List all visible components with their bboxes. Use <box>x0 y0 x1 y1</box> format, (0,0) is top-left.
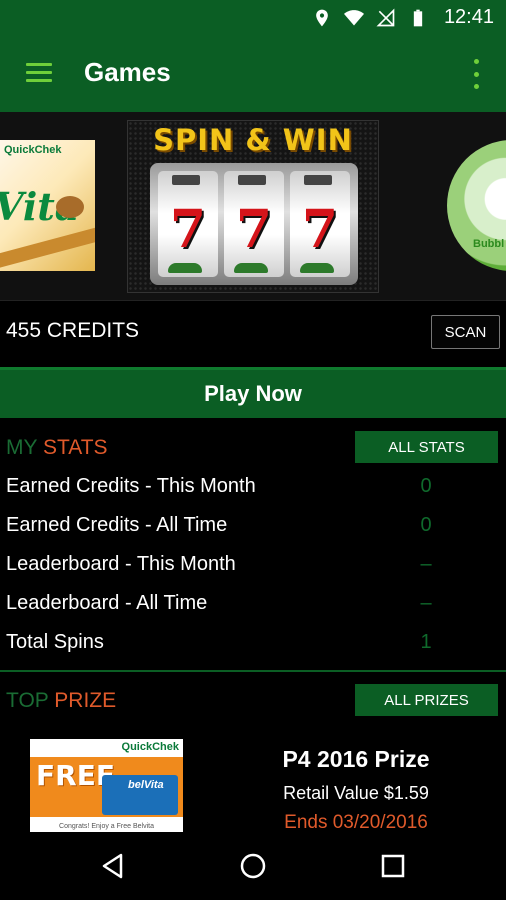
wifi-icon <box>343 9 364 25</box>
cherry-symbol-icon <box>168 263 202 273</box>
stat-label: Earned Credits - This Month <box>6 475 256 497</box>
stat-row: Earned Credits - This Month 0 <box>0 467 506 506</box>
stat-value: – <box>420 553 432 575</box>
slot-machine: 7 7 7 <box>150 163 358 285</box>
bubble-game-card[interactable]: Bubbl <box>447 140 506 271</box>
bar-symbol-icon <box>172 175 200 185</box>
prize-retail-value: Retail Value $1.59 <box>283 783 429 803</box>
prize-brand: QuickChek <box>121 741 179 753</box>
page-title: Games <box>84 57 171 87</box>
back-icon[interactable] <box>97 850 129 882</box>
slot-reel: 7 <box>158 171 218 277</box>
reel-seven: 7 <box>235 199 273 260</box>
slot-reel: 7 <box>224 171 284 277</box>
location-icon <box>316 9 328 26</box>
card-label: Bubbl <box>473 238 505 250</box>
top-prize-header: TOP PRIZE ALL PRIZES <box>0 677 506 721</box>
card-brand: QuickChek <box>4 144 62 156</box>
slot-title: SPIN & WIN <box>153 123 353 157</box>
cherry-symbol-icon <box>300 263 334 273</box>
stat-row: Leaderboard - All Time – <box>0 584 506 623</box>
product-name: belVita <box>128 779 164 791</box>
stat-label: Leaderboard - All Time <box>6 592 208 614</box>
bar-symbol-icon <box>238 175 266 185</box>
section-title: MY STATS <box>6 436 108 459</box>
reel-seven: 7 <box>169 199 207 260</box>
stat-value: 0 <box>420 475 432 497</box>
scan-button[interactable]: SCAN <box>431 315 500 349</box>
credits-bar: 455 CREDITS SCAN <box>0 300 506 360</box>
prize-name: P4 2016 Prize <box>282 746 430 772</box>
home-icon[interactable] <box>237 850 269 882</box>
stat-row: Total Spins 1 <box>0 623 506 662</box>
stat-label: Earned Credits - All Time <box>6 514 228 536</box>
spin-and-win-game-card[interactable]: SPIN & WIN 7 7 7 <box>127 120 379 293</box>
stat-value: 0 <box>420 514 432 536</box>
prize-image[interactable]: QuickChek FREE belVita Congrats! Enjoy a… <box>30 739 183 832</box>
system-nav-bar <box>0 832 506 900</box>
stat-row: Earned Credits - All Time 0 <box>0 506 506 545</box>
battery-icon <box>413 9 423 26</box>
bar-symbol-icon <box>234 263 268 273</box>
all-stats-button[interactable]: ALL STATS <box>355 431 498 463</box>
game-carousel[interactable]: QuickChek Vita SPIN & WIN 7 7 7 Bubbl <box>0 112 506 300</box>
prize-end-date: Ends 03/20/2016 <box>284 812 428 833</box>
card-decoration <box>0 224 95 270</box>
bar-symbol-icon <box>304 175 332 185</box>
play-now-button[interactable]: Play Now <box>0 367 506 418</box>
slot-reel: 7 <box>290 171 350 277</box>
credits-count: 455 CREDITS <box>6 319 140 342</box>
app-bar: Games <box>0 35 506 112</box>
stat-label: Leaderboard - This Month <box>6 553 236 575</box>
prize-caption: Congrats! Enjoy a Free Belvita <box>59 823 154 830</box>
belvita-game-card[interactable]: QuickChek Vita <box>0 140 95 271</box>
stat-value: 1 <box>420 631 432 653</box>
stats-list: Earned Credits - This Month 0 Earned Cre… <box>0 467 506 662</box>
stat-value: – <box>420 592 432 614</box>
section-divider <box>0 670 506 672</box>
cookie-graphic <box>56 196 84 218</box>
stat-label: Total Spins <box>6 631 104 653</box>
stat-row: Leaderboard - This Month – <box>0 545 506 584</box>
status-bar: 12:41 <box>0 0 506 35</box>
all-prizes-button[interactable]: ALL PRIZES <box>355 684 498 716</box>
reel-seven: 7 <box>301 199 339 260</box>
clock: 12:41 <box>443 6 494 28</box>
recents-icon[interactable] <box>377 850 409 882</box>
no-signal-icon <box>376 7 395 26</box>
my-stats-header: MY STATS ALL STATS <box>0 424 506 468</box>
section-title: TOP PRIZE <box>6 689 117 712</box>
hamburger-menu-icon[interactable] <box>26 63 52 83</box>
more-vert-icon[interactable] <box>472 59 480 89</box>
